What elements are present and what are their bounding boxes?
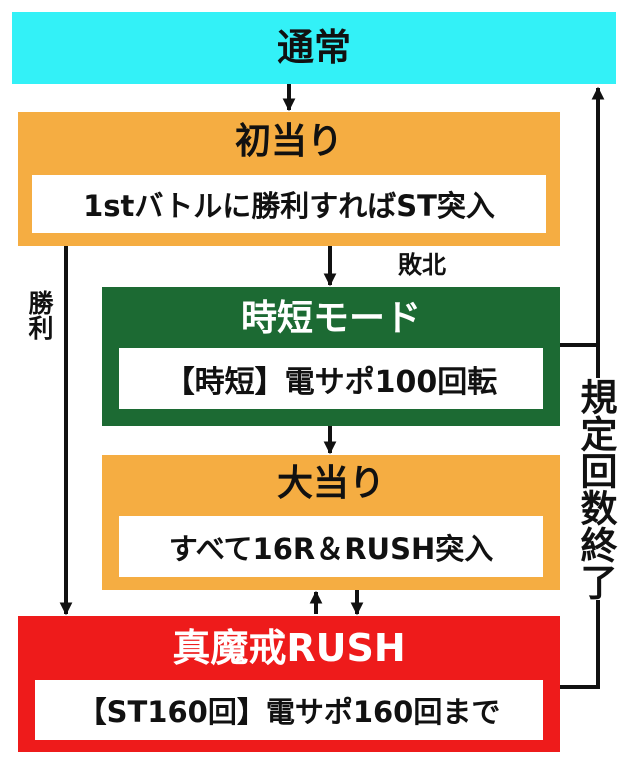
rush-box: 真魔戒RUSH 【ST160回】電サポ160回まで [18, 616, 560, 752]
first-hit-title: 初当り [234, 121, 343, 162]
rush-title: 真魔戒RUSH [172, 626, 406, 670]
rush-description: 【ST160回】電サポ160回まで [35, 680, 543, 740]
lose-label: 敗北 [398, 251, 446, 279]
normal-state-box: 通常 [12, 12, 616, 84]
normal-state-title: 通常 [277, 26, 351, 69]
big-hit-description: すべて16R＆RUSH突入 [119, 516, 543, 577]
first-hit-box: 初当り 1stバトルに勝利すればST突入 [18, 112, 560, 246]
limit-end-label: 規定回数終了 [574, 378, 619, 600]
jitan-mode-box: 時短モード 【時短】電サポ100回転 [102, 287, 560, 426]
big-hit-title: 大当り [276, 463, 385, 504]
first-hit-description: 1stバトルに勝利すればST突入 [32, 175, 546, 233]
big-hit-box: 大当り すべて16R＆RUSH突入 [102, 455, 560, 590]
win-label: 勝利 [25, 290, 54, 340]
jitan-mode-title: 時短モード [240, 298, 421, 339]
jitan-mode-description: 【時短】電サポ100回転 [119, 348, 543, 409]
